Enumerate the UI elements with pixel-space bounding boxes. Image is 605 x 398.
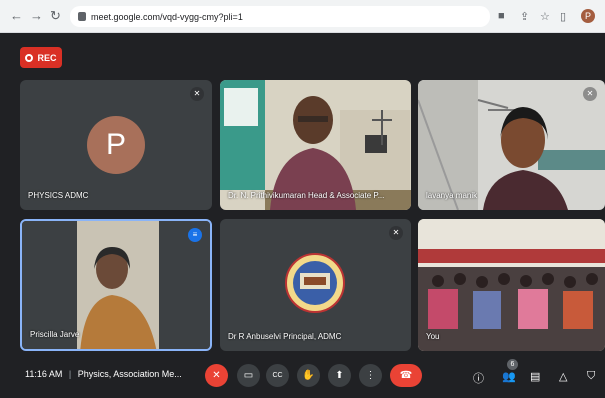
speaking-icon: ≡ xyxy=(188,228,202,242)
participant-name: Priscilla Jarve xyxy=(30,330,80,339)
captions-icon[interactable]: CC xyxy=(266,364,289,387)
participant-name: Dr. N. Prithivikumaran Head & Associate … xyxy=(228,191,385,200)
participant-tile-active[interactable]: ≡ Priscilla Jarve xyxy=(20,219,212,351)
separator: | xyxy=(68,369,72,379)
participant-tile-self[interactable]: You xyxy=(418,219,605,351)
host-controls-icon[interactable]: ⛉ xyxy=(587,370,595,383)
mic-off-icon: ✕ xyxy=(583,87,597,101)
participant-name: PHYSICS ADMC xyxy=(28,191,89,200)
participant-name: Dr R Anbuselvi Principal, ADMC xyxy=(228,332,342,341)
browser-toolbar: ← → ↻ meet.google.com/vqd-vygg-cmy?pli=1… xyxy=(0,0,605,33)
meeting-title: Physics, Association Me... xyxy=(77,369,182,379)
bookmark-star-icon[interactable]: ☆ xyxy=(540,10,550,23)
meeting-controls-bar: 11:16 AM | Physics, Association Me... ✕ … xyxy=(0,356,605,398)
reload-icon[interactable]: ↻ xyxy=(50,8,61,24)
share-icon[interactable]: ⇪ xyxy=(520,10,529,23)
recording-badge: REC xyxy=(20,47,62,68)
participant-name: lavanya manik xyxy=(426,191,478,200)
avatar: P xyxy=(87,116,145,174)
chat-icon[interactable]: ▤ xyxy=(530,370,540,383)
activities-icon[interactable]: △ xyxy=(559,370,567,383)
url-text: meet.google.com/vqd-vygg-cmy?pli=1 xyxy=(91,11,243,22)
rec-label: REC xyxy=(37,52,57,63)
side-panel-icon[interactable]: ▯ xyxy=(560,10,566,23)
mic-off-icon: ✕ xyxy=(389,226,403,240)
participant-name: You xyxy=(426,332,440,341)
info-icon[interactable]: ⓘ xyxy=(473,370,484,386)
mic-off-icon: ✕ xyxy=(190,87,204,101)
lock-icon xyxy=(78,12,86,21)
people-count-badge: 6 xyxy=(507,359,518,370)
camera-icon[interactable]: ▭ xyxy=(237,364,260,387)
end-call-icon[interactable]: ☎ xyxy=(390,364,422,387)
record-icon xyxy=(25,53,34,62)
raise-hand-icon[interactable]: ✋ xyxy=(297,364,320,387)
participant-tile[interactable]: ✕ lavanya manik xyxy=(418,80,605,210)
people-icon[interactable]: 6 👥 xyxy=(502,359,518,383)
meeting-info: 11:16 AM | Physics, Association Me... xyxy=(25,369,182,379)
video-feed xyxy=(418,219,605,351)
participant-tile[interactable]: Dr. N. Prithivikumaran Head & Associate … xyxy=(220,80,411,210)
mic-off-icon[interactable]: ✕ xyxy=(205,364,228,387)
address-bar[interactable]: meet.google.com/vqd-vygg-cmy?pli=1 xyxy=(70,6,490,27)
forward-icon[interactable]: → xyxy=(30,8,43,23)
present-icon[interactable]: ⬆ xyxy=(328,364,351,387)
participant-tile[interactable]: ✕ Dr R Anbuselvi Principal, ADMC xyxy=(220,219,411,351)
meeting-time: 11:16 AM xyxy=(25,369,63,379)
participant-tile[interactable]: P ✕ PHYSICS ADMC xyxy=(20,80,212,210)
back-icon[interactable]: ← xyxy=(10,8,23,23)
camera-in-use-icon[interactable]: ■ xyxy=(498,10,505,22)
profile-avatar[interactable]: P xyxy=(581,9,595,23)
more-options-icon[interactable]: ⋮ xyxy=(359,364,382,387)
